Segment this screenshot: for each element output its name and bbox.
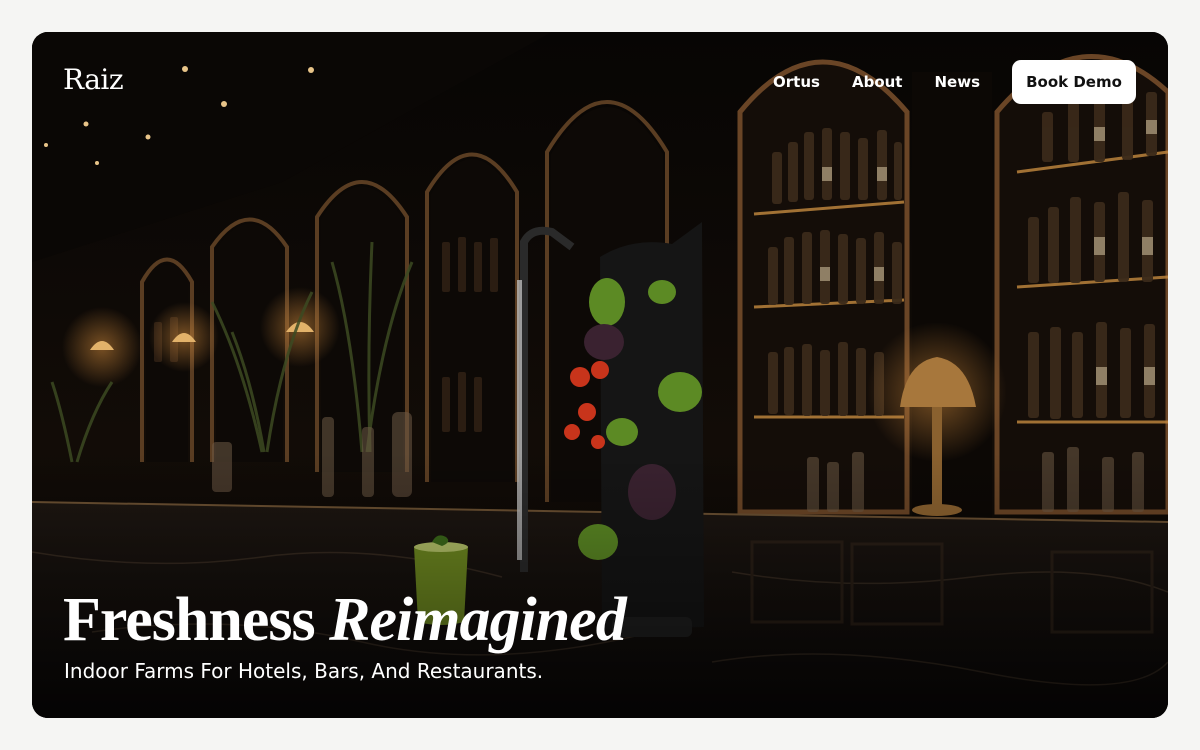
hero-title-italic: Reimagined xyxy=(329,586,627,654)
hero-title: Freshness Reimagined xyxy=(63,584,627,656)
nav-links: Ortus About News xyxy=(773,72,980,92)
nav-link-about[interactable]: About xyxy=(852,72,903,92)
nav-link-news[interactable]: News xyxy=(934,72,980,92)
hero-subtitle: Indoor Farms For Hotels, Bars, And Resta… xyxy=(64,659,544,683)
book-demo-button[interactable]: Book Demo xyxy=(1012,60,1136,104)
hero-title-regular: Freshness xyxy=(63,586,316,654)
nav-link-ortus[interactable]: Ortus xyxy=(773,72,820,92)
top-navigation: Raiz Ortus About News Book Demo xyxy=(32,32,1168,132)
hero-section: Raiz Ortus About News Book Demo Freshnes… xyxy=(32,32,1168,718)
brand-logo[interactable]: Raiz xyxy=(63,64,124,96)
